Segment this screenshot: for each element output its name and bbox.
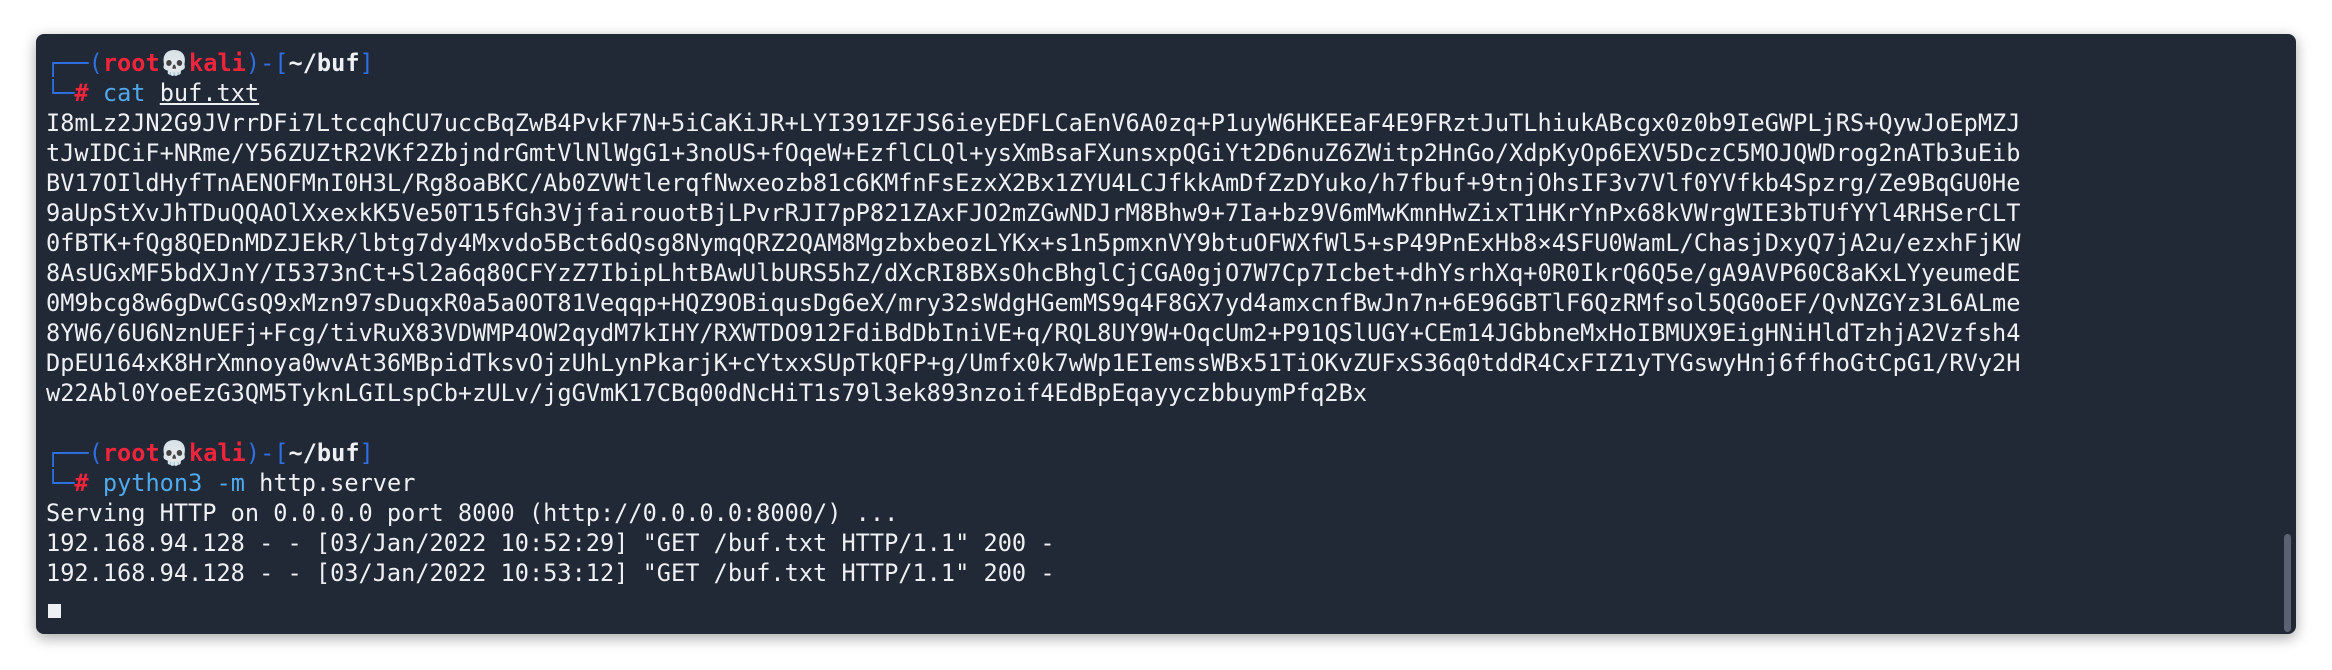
prompt-user: root xyxy=(102,439,160,467)
terminal-output: ┌──(root💀kali)-[~/buf] └─# cat buf.txt I… xyxy=(46,48,2266,618)
prompt-dir: ~/buf xyxy=(288,439,360,467)
command-argument: http.server xyxy=(259,469,416,497)
command-flag: -m xyxy=(216,469,245,497)
text-cursor xyxy=(48,604,61,618)
command-line-1: └─# cat buf.txt xyxy=(46,78,2266,108)
output-line: 192.168.94.128 - - [03/Jan/2022 10:53:12… xyxy=(46,559,1055,587)
prompt-host: kali xyxy=(189,49,246,77)
prompt-dir: ~/buf xyxy=(288,49,360,77)
prompt-line-1: ┌──(root💀kali)-[~/buf] xyxy=(46,48,2266,78)
output-line: 9aUpStXvJhTDuQQAOlXxexkK5Ve50T15fGh3Vjfa… xyxy=(46,199,2021,227)
command-line-2: └─# python3 -m http.server xyxy=(46,468,2266,498)
cursor-line xyxy=(46,588,2266,618)
command-argument: buf.txt xyxy=(159,79,260,107)
command-name: cat xyxy=(102,79,146,107)
skull-icon: 💀 xyxy=(159,439,190,467)
command-name: python3 xyxy=(102,469,203,497)
terminal-window[interactable]: ┌──(root💀kali)-[~/buf] └─# cat buf.txt I… xyxy=(36,34,2296,634)
output-line: 0fBTK+fQg8QEDnMDZJEkR/lbtg7dy4Mxvdo5Bct6… xyxy=(46,229,2021,257)
prompt-user: root xyxy=(102,49,160,77)
prompt-line-2: ┌──(root💀kali)-[~/buf] xyxy=(46,438,2266,468)
prompt-frame: └─ xyxy=(46,469,75,497)
output-line: BV17OIldHyfTnAENOFMnI0H3L/Rg8oaBKC/Ab0ZV… xyxy=(46,169,2021,197)
cat-output: I8mLz2JN2G9JVrrDFi7LtccqhCU7uccBqZwB4Pvk… xyxy=(46,108,2266,408)
output-line: 8YW6/6U6NznUEFj+Fcg/tivRuX83VDWMP4OW2qyd… xyxy=(46,319,2021,347)
prompt-frame: )-[ xyxy=(245,49,289,77)
scrollbar[interactable] xyxy=(2280,34,2294,634)
output-line: 192.168.94.128 - - [03/Jan/2022 10:52:29… xyxy=(46,529,1055,557)
prompt-hash: # xyxy=(74,469,89,497)
prompt-frame: └─ xyxy=(46,79,75,107)
scrollbar-thumb[interactable] xyxy=(2284,534,2291,632)
output-line: DpEU164xK8HrXmnoya0wvAt36MBpidTksvOjzUhL… xyxy=(46,349,2021,377)
prompt-frame: )-[ xyxy=(245,439,289,467)
prompt-frame: ┌──( xyxy=(46,49,103,77)
output-line: w22Abl0YoeEzG3QM5TyknLGILspCb+zULv/jgGVm… xyxy=(46,379,1368,407)
output-line: tJwIDCiF+NRme/Y56ZUZtR2VKf2ZbjndrGmtVlNl… xyxy=(46,139,2021,167)
server-output: Serving HTTP on 0.0.0.0 port 8000 (http:… xyxy=(46,498,2266,588)
output-line: 0M9bcg8w6gDwCGsQ9xMzn97sDuqxR0a5a0OT81Ve… xyxy=(46,289,2021,317)
prompt-frame: ┌──( xyxy=(46,439,103,467)
skull-icon: 💀 xyxy=(159,49,190,77)
output-line: Serving HTTP on 0.0.0.0 port 8000 (http:… xyxy=(46,499,899,527)
prompt-host: kali xyxy=(189,439,246,467)
prompt-hash: # xyxy=(74,79,89,107)
prompt-frame: ] xyxy=(359,439,374,467)
prompt-frame: ] xyxy=(359,49,374,77)
output-line: 8AsUGxMF5bdXJnY/I5373nCt+Sl2a6q80CFYzZ7I… xyxy=(46,259,2021,287)
output-line: I8mLz2JN2G9JVrrDFi7LtccqhCU7uccBqZwB4Pvk… xyxy=(46,109,2021,137)
